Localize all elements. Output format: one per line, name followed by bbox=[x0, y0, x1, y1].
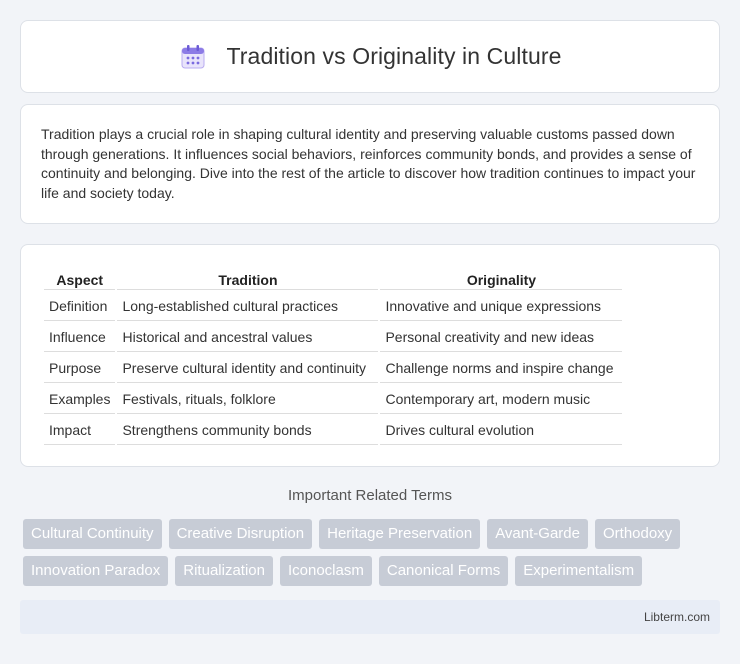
tag-heritage-preservation[interactable]: Heritage Preservation bbox=[319, 519, 481, 549]
tag-experimentalism[interactable]: Experimentalism bbox=[515, 556, 643, 586]
comparison-card: Aspect Tradition Originality Definition … bbox=[20, 244, 720, 467]
table-row: Examples Festivals, rituals, folklore Co… bbox=[44, 385, 623, 414]
table-cell: Impact bbox=[44, 416, 116, 445]
intro-card: Tradition plays a crucial role in shapin… bbox=[20, 104, 720, 224]
table-cell: Contemporary art, modern music bbox=[380, 385, 623, 414]
tag-ritualization[interactable]: Ritualization bbox=[175, 556, 273, 586]
table-cell: Festivals, rituals, folklore bbox=[117, 385, 379, 414]
tag-orthodoxy[interactable]: Orthodoxy bbox=[594, 519, 681, 549]
table-cell: Influence bbox=[44, 323, 116, 352]
page-title: Tradition vs Originality in Culture bbox=[226, 43, 562, 69]
table-cell: Personal creativity and new ideas bbox=[380, 323, 623, 352]
table-cell: Long-established cultural practices bbox=[117, 292, 379, 321]
tag-row: Innovation Paradox Ritualization Iconocl… bbox=[23, 556, 723, 586]
tag-iconoclasm[interactable]: Iconoclasm bbox=[279, 556, 372, 586]
footer-site-link[interactable]: Libterm.com bbox=[644, 610, 710, 624]
table-cell: Innovative and unique expressions bbox=[380, 292, 623, 321]
table-row: Purpose Preserve cultural identity and c… bbox=[44, 354, 623, 383]
related-terms-list: Cultural Continuity Creative Disruption … bbox=[23, 519, 723, 593]
tag-cultural-continuity[interactable]: Cultural Continuity bbox=[23, 519, 162, 549]
header-card: Tradition vs Originality in Culture bbox=[20, 20, 720, 93]
table-cell: Strengthens community bonds bbox=[117, 416, 379, 445]
related-terms-title: Important Related Terms bbox=[288, 487, 452, 504]
table-row: Influence Historical and ancestral value… bbox=[44, 323, 623, 352]
table-header-row: Aspect Tradition Originality bbox=[44, 268, 623, 290]
table-cell: Challenge norms and inspire change bbox=[380, 354, 623, 383]
table-row: Impact Strengthens community bonds Drive… bbox=[44, 416, 623, 445]
table-cell: Examples bbox=[44, 385, 116, 414]
column-header-originality: Originality bbox=[380, 268, 623, 290]
tag-row: Cultural Continuity Creative Disruption … bbox=[23, 519, 723, 549]
footer: Libterm.com bbox=[20, 600, 720, 634]
tag-canonical-forms[interactable]: Canonical Forms bbox=[378, 556, 509, 586]
table-cell: Purpose bbox=[44, 354, 116, 383]
column-header-tradition: Tradition bbox=[117, 268, 379, 290]
intro-text: Tradition plays a crucial role in shapin… bbox=[41, 126, 696, 201]
table-row: Definition Long-established cultural pra… bbox=[44, 292, 623, 321]
table-cell: Historical and ancestral values bbox=[117, 323, 379, 352]
table-cell: Definition bbox=[44, 292, 116, 321]
column-header-aspect: Aspect bbox=[44, 268, 116, 290]
tag-innovation-paradox[interactable]: Innovation Paradox bbox=[23, 556, 169, 586]
table-cell: Preserve cultural identity and continuit… bbox=[117, 354, 379, 383]
calendar-icon bbox=[179, 43, 207, 71]
tag-avant-garde[interactable]: Avant-Garde bbox=[487, 519, 588, 549]
comparison-table: Aspect Tradition Originality Definition … bbox=[42, 266, 624, 447]
tag-creative-disruption[interactable]: Creative Disruption bbox=[168, 519, 313, 549]
table-cell: Drives cultural evolution bbox=[380, 416, 623, 445]
